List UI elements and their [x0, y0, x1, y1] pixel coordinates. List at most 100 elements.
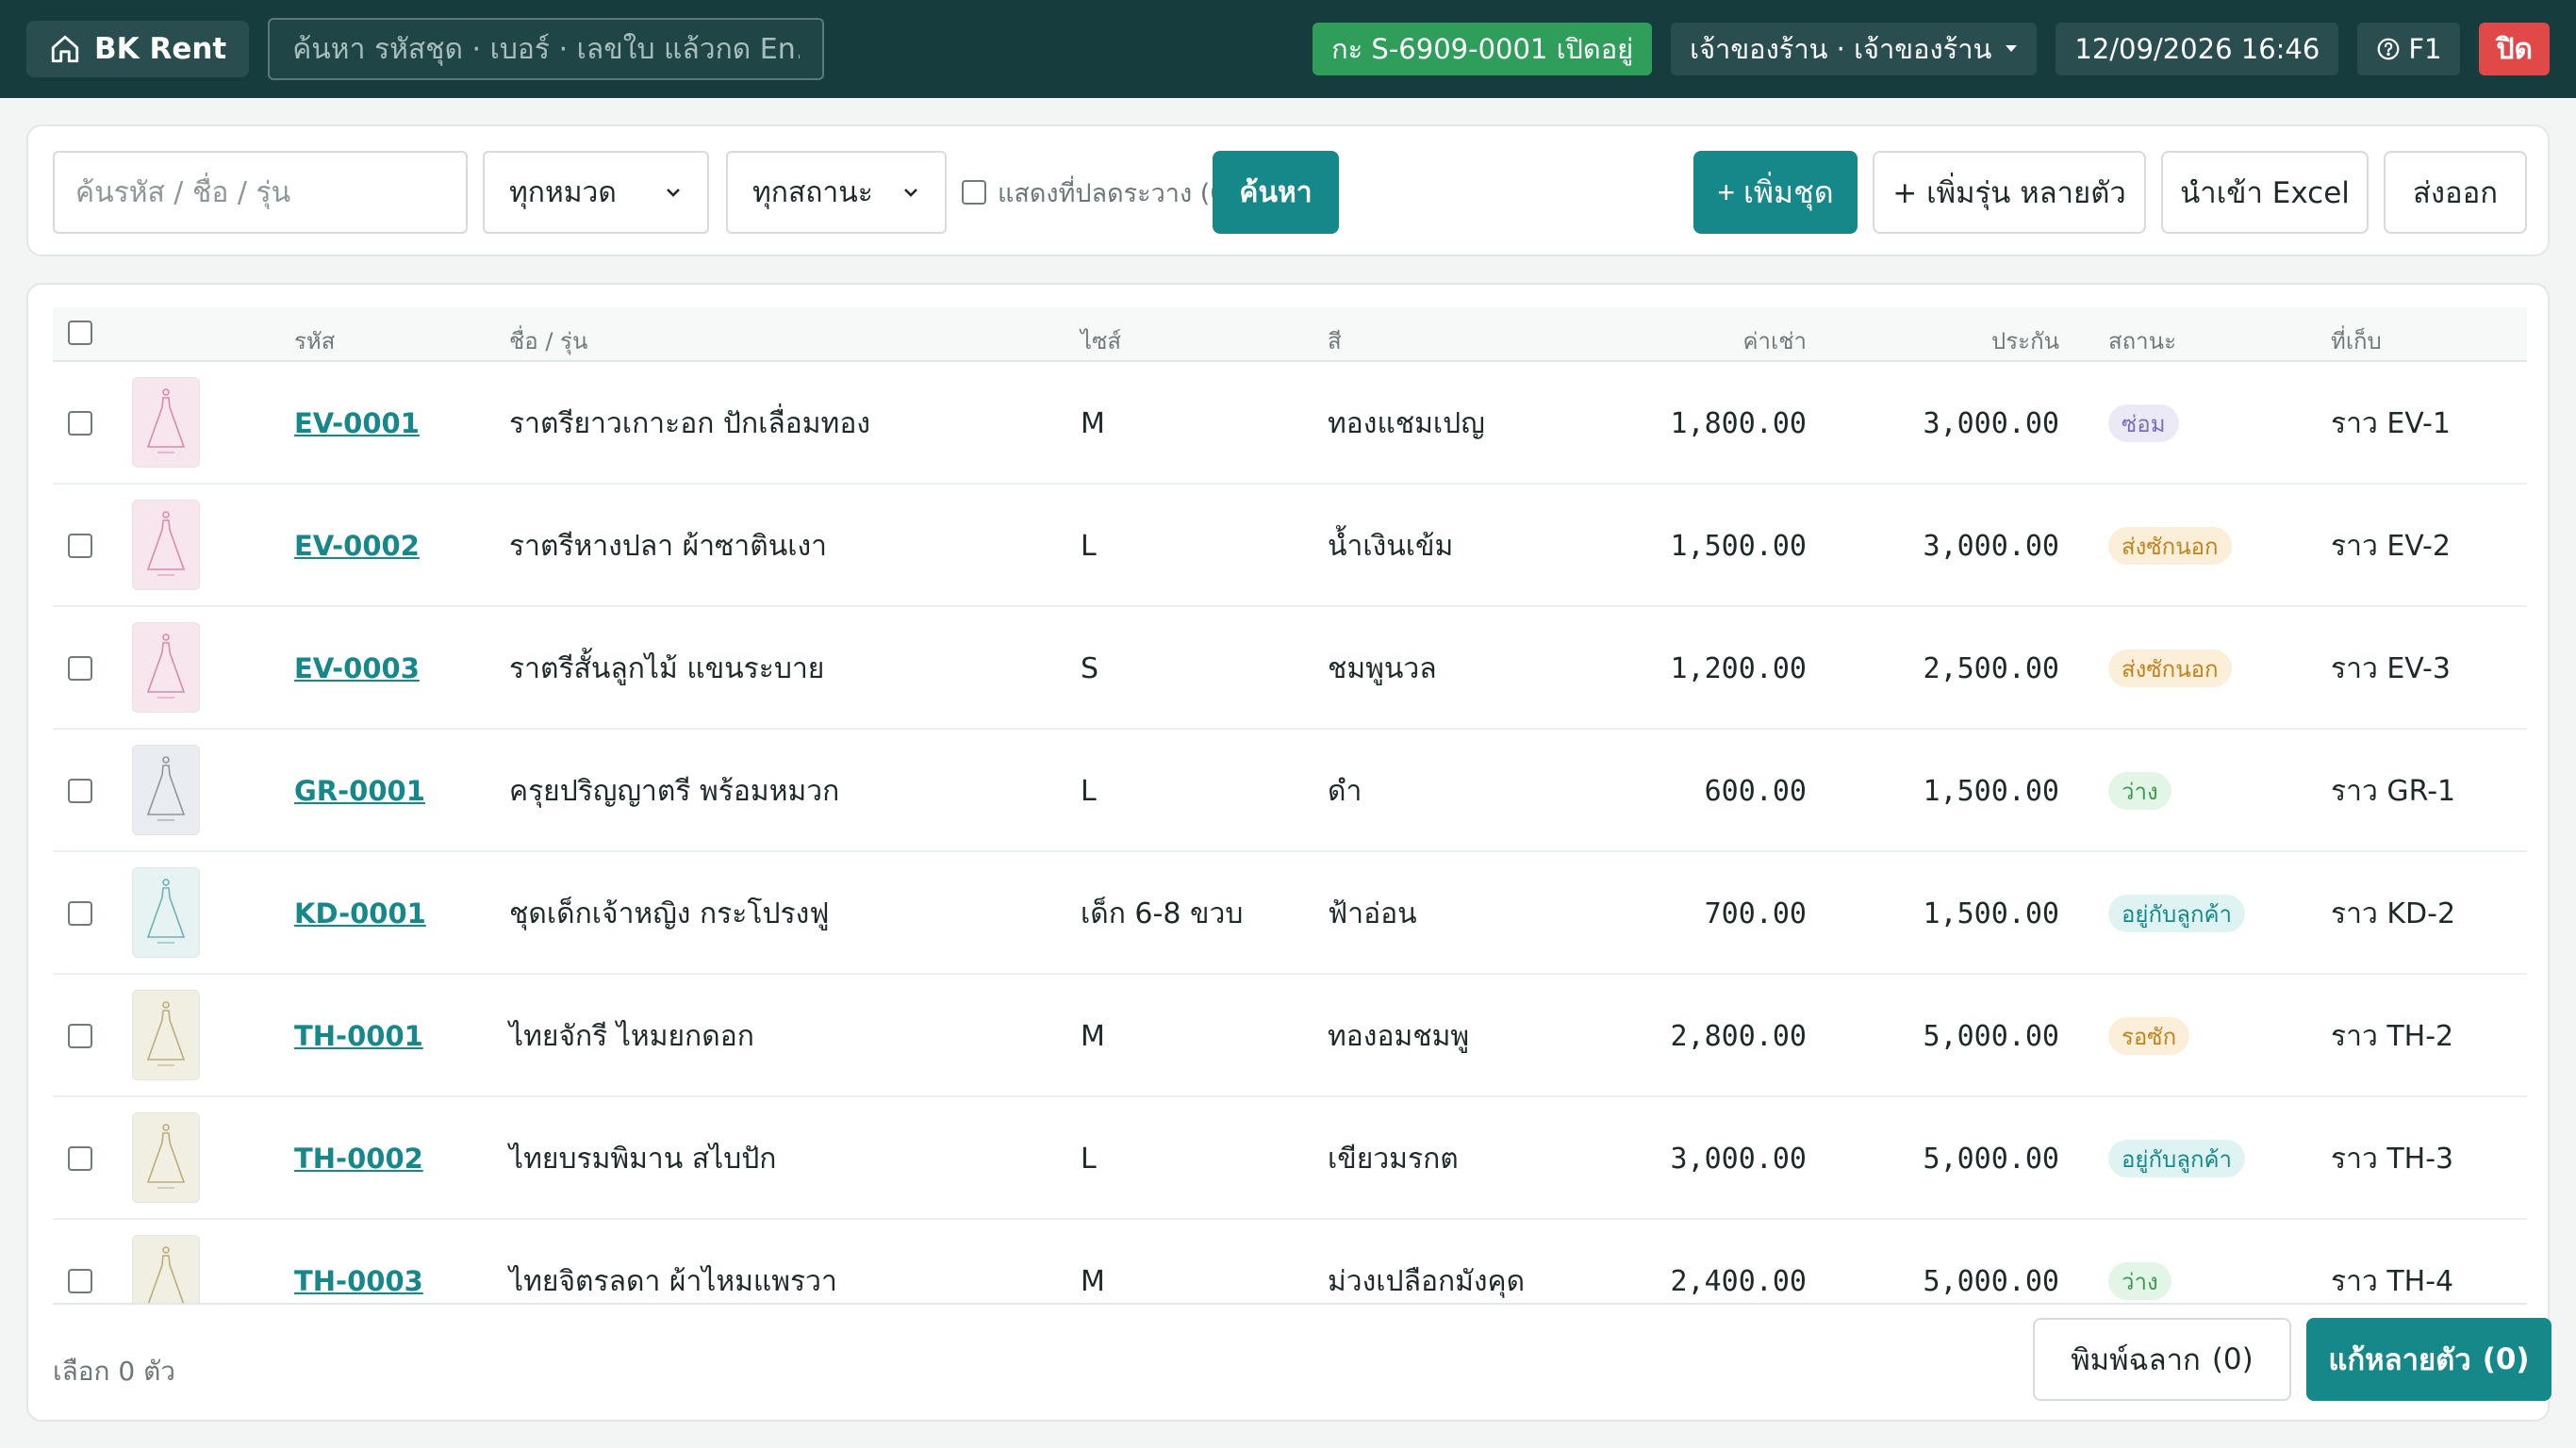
- help-icon: [2377, 38, 2400, 60]
- row-checkbox[interactable]: [68, 1269, 92, 1293]
- row-select[interactable]: [68, 852, 92, 975]
- item-thumbnail[interactable]: [132, 622, 200, 713]
- header-code[interactable]: รหัส: [294, 322, 335, 359]
- item-search-input[interactable]: [53, 151, 468, 234]
- item-deposit: 1,500.00: [1923, 897, 2060, 930]
- row-checkbox[interactable]: [68, 1024, 92, 1048]
- item-location: ราว KD-2: [2331, 897, 2456, 930]
- item-rent: 2,800.00: [1670, 1019, 1808, 1053]
- item-code-link[interactable]: GR-0001: [294, 730, 425, 852]
- status-select[interactable]: ทุกสถานะ: [726, 151, 947, 234]
- item-thumbnail[interactable]: [132, 1235, 200, 1303]
- item-code-link[interactable]: TH-0002: [294, 1097, 423, 1220]
- header-size[interactable]: ไซส์: [1081, 322, 1121, 359]
- item-code-link[interactable]: TH-0001: [294, 975, 423, 1097]
- dress-icon: [146, 388, 186, 453]
- item-thumbnail[interactable]: [132, 990, 200, 1080]
- dress-icon: [146, 1001, 186, 1066]
- row-checkbox[interactable]: [68, 411, 92, 436]
- item-name: ราตรีหางปลา ผ้าซาตินเงา: [509, 529, 828, 563]
- item-name: ราตรียาวเกาะอก ปักเลื่อมทอง: [509, 406, 870, 440]
- item-thumbnail[interactable]: [132, 377, 200, 468]
- global-search-input[interactable]: [268, 18, 825, 80]
- row-checkbox[interactable]: [68, 901, 92, 926]
- filter-bar: ทุกหมวด ทุกสถานะ แสดงที่ปลดระวาง (0) ค้น…: [26, 124, 2550, 256]
- table-row[interactable]: EV-0003 ราตรีสั้นลูกไม้ แขนระบาย S ชมพูน…: [53, 607, 2527, 730]
- dress-icon: [147, 1246, 185, 1303]
- table-row[interactable]: TH-0003 ไทยจิตรลดา ผ้าไหมแพรวา M ม่วงเปล…: [53, 1220, 2527, 1303]
- row-checkbox[interactable]: [68, 656, 92, 681]
- row-checkbox[interactable]: [68, 1146, 92, 1171]
- item-thumbnail[interactable]: [132, 1112, 200, 1203]
- item-location: ราว TH-4: [2331, 1264, 2454, 1298]
- header-color[interactable]: สี: [1328, 322, 1342, 359]
- brand-name: BK Rent: [94, 32, 227, 66]
- table-row[interactable]: GR-0001 ครุยปริญญาตรี พร้อมหมวก L ดำ 600…: [53, 730, 2527, 852]
- item-status: ส่งซักนอก: [2108, 607, 2232, 730]
- user-menu-dropdown[interactable]: เจ้าของร้าน · เจ้าของร้าน: [1671, 23, 2038, 75]
- item-name: ครุยปริญญาตรี พร้อมหมวก: [509, 774, 840, 808]
- export-button[interactable]: ส่งออก: [2384, 151, 2527, 234]
- table-row[interactable]: TH-0002 ไทยบรมพิมาน สไบปัก L เขียวมรกต 3…: [53, 1097, 2527, 1220]
- row-checkbox[interactable]: [68, 779, 92, 803]
- select-all-checkbox[interactable]: [68, 321, 92, 345]
- item-rent: 3,000.00: [1670, 1142, 1808, 1176]
- table-header: รหัส ชื่อ / รุ่น ไซส์ สี ค่าเช่า ประกัน …: [53, 307, 2527, 362]
- item-size: L: [1081, 1142, 1097, 1176]
- chevron-down-icon: [904, 189, 917, 197]
- item-size: S: [1081, 651, 1099, 685]
- item-code-link[interactable]: EV-0001: [294, 362, 420, 485]
- row-select[interactable]: [68, 607, 92, 730]
- item-rent: 1,500.00: [1670, 529, 1808, 563]
- item-thumbnail[interactable]: [132, 500, 200, 590]
- header-deposit[interactable]: ประกัน: [1991, 322, 2059, 359]
- add-multi-button[interactable]: + เพิ่มรุ่น หลายตัว: [1873, 151, 2146, 234]
- add-item-button[interactable]: + เพิ่มชุด: [1693, 151, 1858, 234]
- item-thumbnail[interactable]: [132, 745, 200, 835]
- row-checkbox[interactable]: [68, 534, 92, 558]
- status-badge: อยู่กับลูกค้า: [2108, 895, 2246, 932]
- row-select[interactable]: [68, 975, 92, 1097]
- item-name: ไทยบรมพิมาน สไบปัก: [509, 1142, 777, 1176]
- item-code-link[interactable]: TH-0003: [294, 1220, 423, 1303]
- header-rent[interactable]: ค่าเช่า: [1743, 322, 1808, 359]
- item-color: เขียวมรกต: [1328, 1142, 1459, 1176]
- table-row[interactable]: TH-0001 ไทยจักรี ไหมยกดอก M ทองอมชมพู 2,…: [53, 975, 2527, 1097]
- import-excel-button[interactable]: นำเข้า Excel: [2161, 151, 2369, 234]
- item-code-link[interactable]: EV-0003: [294, 607, 420, 730]
- show-retired-toggle[interactable]: แสดงที่ปลดระวาง (0): [962, 151, 1236, 234]
- status-badge: ส่งซักนอก: [2108, 650, 2232, 687]
- category-select[interactable]: ทุกหมวด: [483, 151, 709, 234]
- selected-count: เลือก 0 ตัว: [53, 1356, 176, 1387]
- dress-icon: [146, 511, 186, 576]
- item-status: อยู่กับลูกค้า: [2108, 1097, 2246, 1220]
- row-select[interactable]: [68, 362, 92, 485]
- row-select[interactable]: [68, 485, 92, 607]
- home-button[interactable]: BK Rent: [26, 21, 250, 77]
- user-name: เจ้าของร้าน · เจ้าของร้าน: [1690, 33, 1992, 65]
- item-location: ราว EV-2: [2331, 529, 2451, 563]
- close-button[interactable]: ปิด: [2479, 23, 2550, 75]
- search-button[interactable]: ค้นหา: [1213, 151, 1339, 234]
- print-labels-button[interactable]: พิมพ์ฉลาก (0): [2033, 1318, 2291, 1401]
- row-select[interactable]: [68, 1220, 92, 1303]
- status-badge: อยู่กับลูกค้า: [2108, 1140, 2246, 1177]
- table-body[interactable]: EV-0001 ราตรียาวเกาะอก ปักเลื่อมทอง M ทอ…: [53, 362, 2527, 1305]
- header-location[interactable]: ที่เก็บ: [2331, 322, 2382, 359]
- item-thumbnail[interactable]: [132, 867, 200, 958]
- item-rent: 600.00: [1704, 774, 1807, 808]
- item-code-link[interactable]: KD-0001: [294, 852, 426, 975]
- item-code-link[interactable]: EV-0002: [294, 485, 420, 607]
- table-row[interactable]: EV-0001 ราตรียาวเกาะอก ปักเลื่อมทอง M ทอ…: [53, 362, 2527, 485]
- show-retired-checkbox[interactable]: [962, 180, 986, 205]
- help-button[interactable]: F1: [2357, 23, 2461, 75]
- table-row[interactable]: EV-0002 ราตรีหางปลา ผ้าซาตินเงา L น้ำเงิ…: [53, 485, 2527, 607]
- table-row[interactable]: KD-0001 ชุดเด็กเจ้าหญิง กระโปรงฟู เด็ก 6…: [53, 852, 2527, 975]
- shift-status-badge[interactable]: กะ S-6909-0001 เปิดอยู่: [1313, 23, 1653, 75]
- row-select[interactable]: [68, 730, 92, 852]
- row-select[interactable]: [68, 1097, 92, 1220]
- dress-icon: [146, 634, 186, 699]
- header-name[interactable]: ชื่อ / รุ่น: [509, 322, 587, 359]
- bulk-edit-button[interactable]: แก้หลายตัว (0): [2306, 1318, 2551, 1401]
- header-status[interactable]: สถานะ: [2108, 322, 2176, 359]
